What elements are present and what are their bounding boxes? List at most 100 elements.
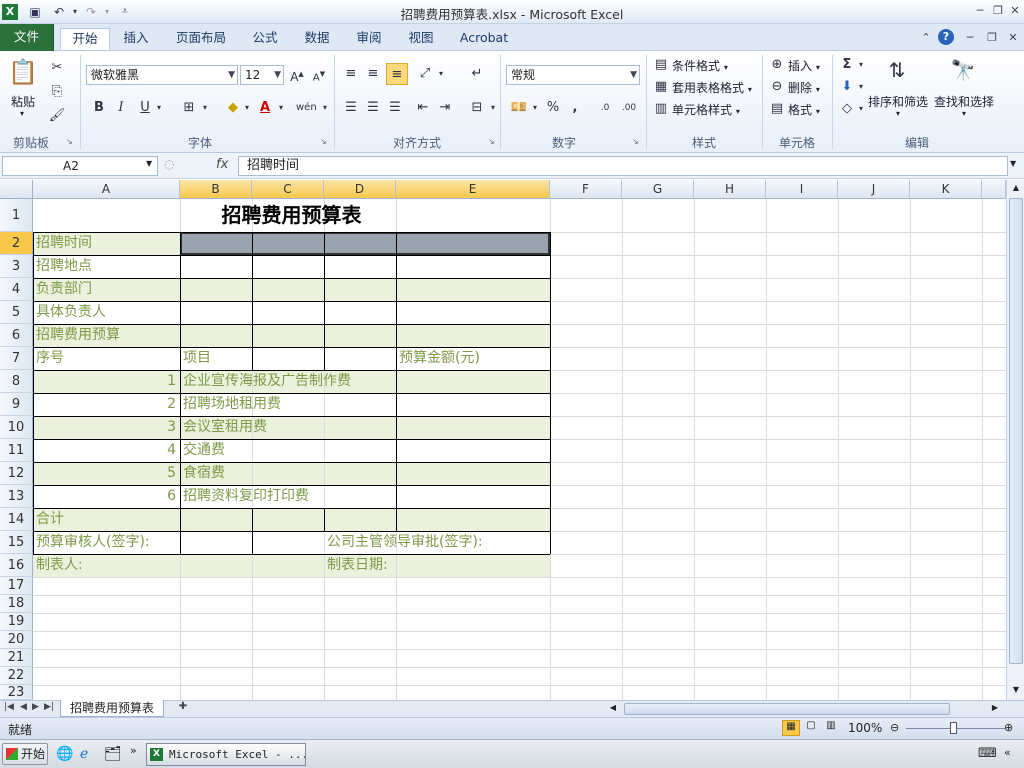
row-header-12[interactable]: 12 [0, 462, 33, 485]
decrease-decimal-icon[interactable]: .00 [620, 99, 638, 117]
column-header-h[interactable]: H [694, 180, 766, 199]
copy-icon[interactable]: ⎘ [48, 83, 66, 101]
sort-dropdown-icon[interactable]: ▾ [896, 109, 900, 118]
format-painter-icon[interactable]: 🖌 [48, 107, 66, 125]
row-header-11[interactable]: 11 [0, 439, 33, 462]
tab-insert[interactable]: 插入 [114, 28, 158, 50]
row-header-13[interactable]: 13 [0, 485, 33, 508]
column-header-f[interactable]: F [550, 180, 622, 199]
doc-close-icon[interactable]: ✕ [1005, 30, 1021, 46]
decrease-font-icon[interactable]: A▼ [310, 65, 328, 83]
worksheet[interactable]: A B C D E F G H I J K 1 2 3 4 5 6 7 8 9 … [0, 180, 1006, 700]
clipboard-launcher-icon[interactable]: ↘ [66, 137, 73, 146]
increase-font-icon[interactable]: A▲ [288, 65, 306, 84]
row-header-3[interactable]: 3 [0, 255, 33, 278]
orientation-dropdown-icon[interactable]: ▾ [432, 65, 450, 83]
select-all-button[interactable] [0, 180, 33, 199]
row-header-6[interactable]: 6 [0, 324, 33, 347]
help-icon[interactable]: ? [938, 29, 954, 45]
conditional-format-button[interactable]: 条件格式 ▾ [672, 57, 728, 74]
phonetic-icon[interactable]: wén [296, 99, 317, 117]
first-sheet-icon[interactable]: |◀ [4, 702, 14, 712]
page-layout-view-icon[interactable]: ▢ [802, 720, 820, 736]
row-header-17[interactable]: 17 [0, 577, 33, 595]
cut-icon[interactable]: ✂ [48, 59, 66, 77]
find-dropdown-icon[interactable]: ▾ [962, 109, 966, 118]
name-box[interactable]: A2 [2, 156, 158, 176]
row-header-1[interactable]: 1 [0, 199, 33, 232]
column-header-b[interactable]: B [180, 180, 252, 199]
column-header-i[interactable]: I [766, 180, 838, 199]
insert-function-icon[interactable]: fx [216, 157, 228, 172]
tab-page-layout[interactable]: 页面布局 [170, 28, 232, 50]
name-box-dropdown-icon[interactable]: ▼ [146, 159, 152, 168]
scroll-right-icon[interactable]: ▶ [988, 703, 1002, 715]
row-header-8[interactable]: 8 [0, 370, 33, 393]
sort-filter-button[interactable]: 排序和筛选 [868, 93, 928, 110]
delete-cells-button[interactable]: 删除 ▾ [788, 79, 820, 96]
page-break-view-icon[interactable]: ▥ [822, 720, 840, 736]
doc-restore-icon[interactable]: ❐ [984, 30, 1000, 46]
close-icon[interactable]: ✕ [1007, 3, 1023, 19]
row-header-16[interactable]: 16 [0, 554, 33, 577]
last-sheet-icon[interactable]: ▶| [44, 702, 54, 712]
collapse-ribbon-icon[interactable]: ⌃ [918, 30, 934, 46]
find-select-button[interactable]: 查找和选择 [934, 93, 994, 110]
normal-view-icon[interactable]: ▦ [782, 720, 800, 736]
sheet-tab[interactable]: 招聘费用预算表 [60, 700, 164, 717]
column-header-d[interactable]: D [324, 180, 396, 199]
row-header-5[interactable]: 5 [0, 301, 33, 324]
zoom-in-icon[interactable]: ⊕ [1004, 721, 1013, 734]
format-cells-button[interactable]: 格式 ▾ [788, 101, 820, 118]
find-select-icon[interactable]: 🔭 [948, 55, 978, 85]
font-name-combo[interactable]: 微软雅黑 ▼ [86, 65, 238, 85]
tray-expand-icon[interactable]: « [1004, 746, 1011, 759]
row-header-10[interactable]: 10 [0, 416, 33, 439]
align-top-icon[interactable]: ≡ [342, 65, 360, 83]
percent-icon[interactable]: % [544, 99, 562, 117]
minimize-icon[interactable]: ─ [972, 3, 988, 19]
scroll-up-icon[interactable]: ▲ [1009, 182, 1023, 194]
row-header-19[interactable]: 19 [0, 613, 33, 631]
comma-icon[interactable]: , [566, 99, 584, 117]
row-header-22[interactable]: 22 [0, 667, 33, 685]
formula-input[interactable]: 招聘时间 [238, 156, 1008, 176]
more-quicklaunch-icon[interactable]: » [130, 744, 137, 757]
doc-minimize-icon[interactable]: ─ [962, 30, 978, 46]
row-header-18[interactable]: 18 [0, 595, 33, 613]
align-bottom-icon[interactable]: ≡ [386, 63, 408, 85]
vertical-scrollbar[interactable]: ▲ ▼ [1006, 180, 1024, 700]
row-header-23[interactable]: 23 [0, 685, 33, 700]
number-format-combo[interactable]: 常规 ▼ [506, 65, 640, 85]
column-header-e[interactable]: E [396, 180, 550, 199]
currency-dropdown-icon[interactable]: ▾ [526, 99, 544, 117]
zoom-slider-handle[interactable] [950, 722, 957, 734]
row-header-9[interactable]: 9 [0, 393, 33, 416]
tab-formulas[interactable]: 公式 [244, 28, 286, 50]
row-header-20[interactable]: 20 [0, 631, 33, 649]
ie-icon[interactable]: ℯ [80, 746, 88, 762]
row-header-21[interactable]: 21 [0, 649, 33, 667]
increase-indent-icon[interactable]: ⇥ [436, 99, 454, 117]
wrap-text-icon[interactable]: ↵ [468, 65, 486, 83]
font-launcher-icon[interactable]: ↘ [320, 137, 327, 146]
taskbar-excel-button[interactable]: Microsoft Excel - ... [146, 743, 306, 766]
column-header-c[interactable]: C [252, 180, 324, 199]
column-header-k[interactable]: K [910, 180, 982, 199]
sort-filter-icon[interactable]: ⇅ [882, 55, 912, 85]
restore-icon[interactable]: ❐ [990, 3, 1006, 19]
tab-data[interactable]: 数据 [296, 28, 338, 50]
paste-dropdown-icon[interactable]: ▾ [20, 109, 24, 118]
increase-decimal-icon[interactable]: .0 [596, 99, 614, 117]
prev-sheet-icon[interactable]: ◀ [20, 702, 27, 712]
keyboard-icon[interactable]: ⌨ [978, 746, 997, 761]
phonetic-dropdown-icon[interactable]: ▾ [316, 99, 334, 117]
insert-cells-button[interactable]: 插入 ▾ [788, 57, 820, 74]
column-header-g[interactable]: G [622, 180, 694, 199]
cell-styles-button[interactable]: 单元格样式 ▾ [672, 101, 740, 118]
scroll-left-icon[interactable]: ◀ [606, 703, 620, 715]
scroll-thumb[interactable] [1009, 198, 1023, 664]
border-dropdown-icon[interactable]: ▾ [196, 99, 214, 117]
align-center-icon[interactable]: ☰ [364, 99, 382, 117]
tab-acrobat[interactable]: Acrobat [454, 28, 514, 50]
